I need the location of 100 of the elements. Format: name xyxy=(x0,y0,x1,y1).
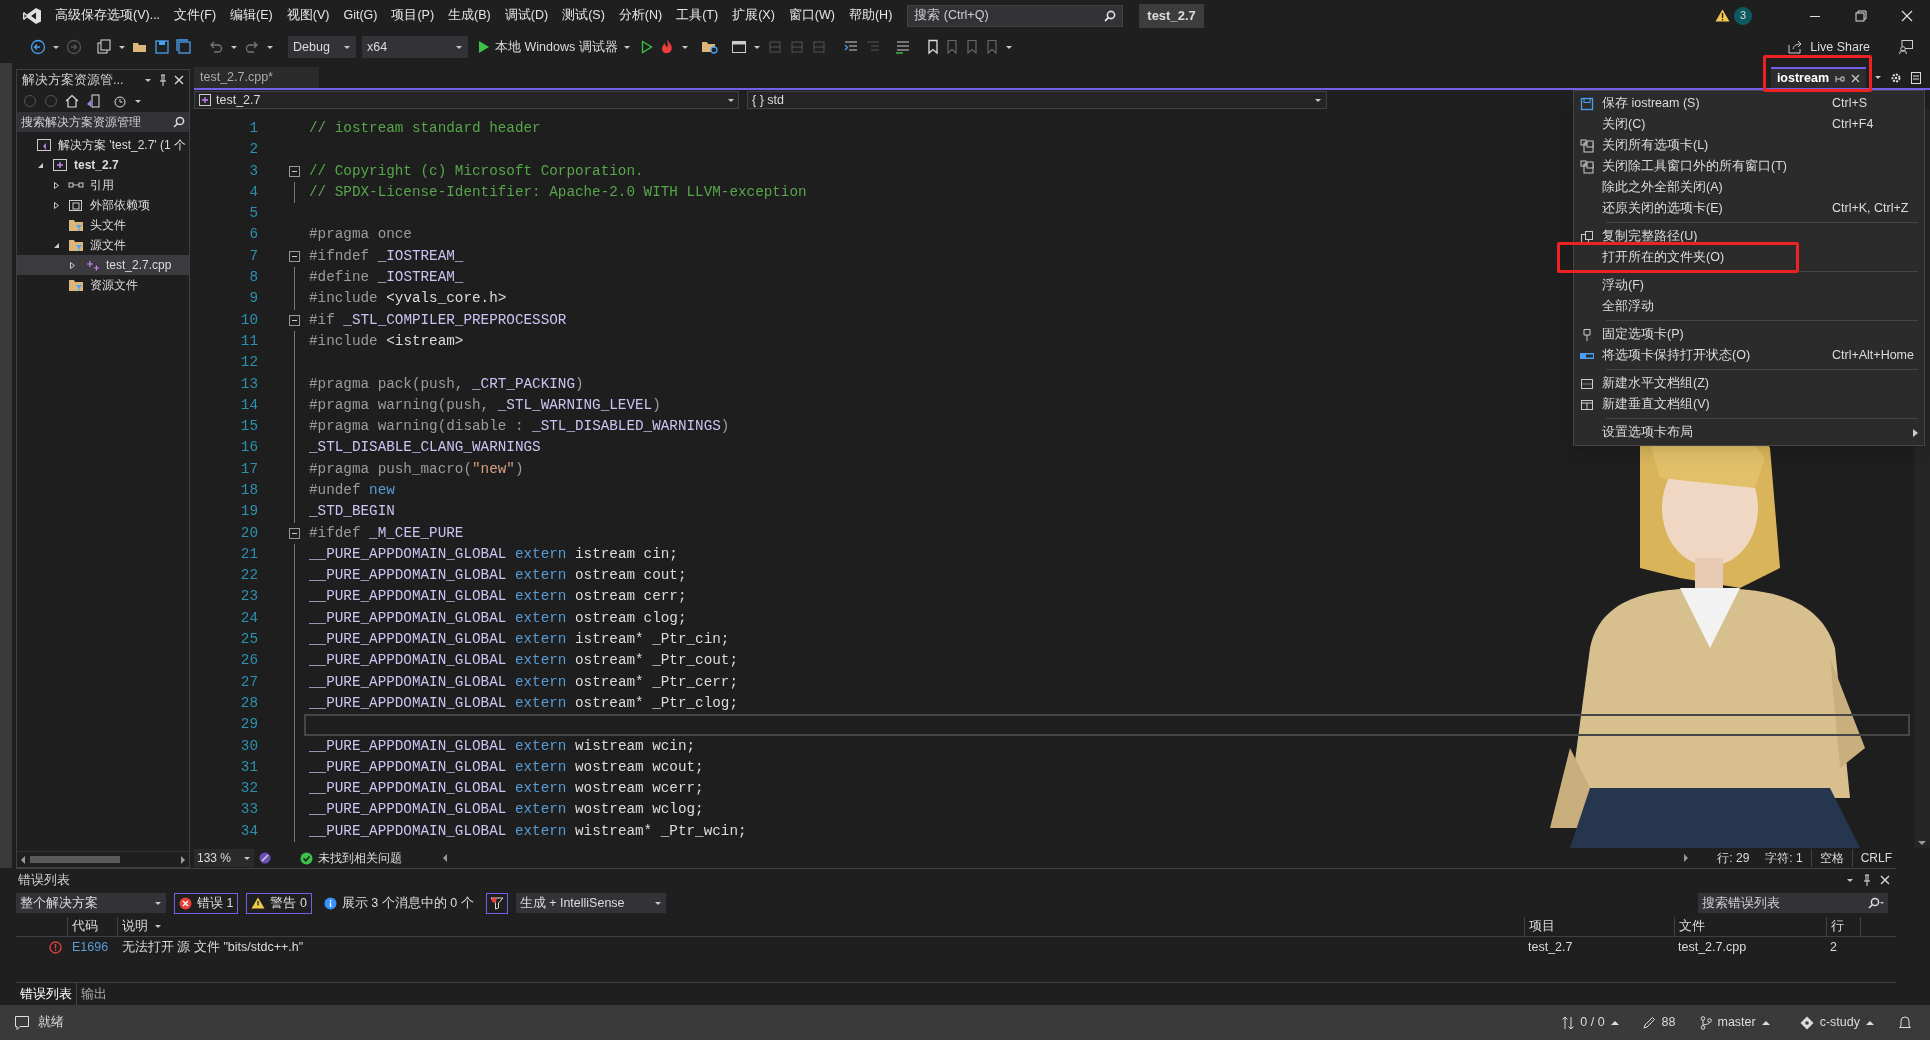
undo-icon[interactable] xyxy=(208,39,224,55)
column-header[interactable]: 项目 xyxy=(1524,917,1674,936)
scope-dropdown[interactable]: 整个解决方案 xyxy=(16,893,166,913)
message-icon[interactable] xyxy=(14,1014,30,1031)
settings-icon[interactable] xyxy=(1890,71,1902,84)
panel-tab[interactable]: 输出 xyxy=(77,983,111,1005)
warning-icon[interactable] xyxy=(1715,9,1730,22)
save-icon[interactable] xyxy=(154,39,170,55)
caret-icon[interactable] xyxy=(1846,877,1854,883)
column-header[interactable]: 行 xyxy=(1826,917,1860,936)
indent-indicator[interactable]: 空格 xyxy=(1810,849,1852,867)
caret-icon[interactable] xyxy=(154,900,162,906)
menu-item[interactable]: 关闭所有选项卡(L) xyxy=(1574,135,1924,156)
errors-filter-button[interactable]: 错误 1 xyxy=(174,892,239,914)
tree-item[interactable]: 头文件 xyxy=(17,215,189,235)
pin-icon[interactable] xyxy=(1835,74,1845,83)
warnings-filter-button[interactable]: 警告 0 xyxy=(246,892,312,914)
collapse-icon[interactable] xyxy=(289,250,300,262)
close-icon[interactable] xyxy=(1851,74,1860,83)
menu-item[interactable]: 打开所在的文件夹(O) xyxy=(1574,247,1924,268)
search-field[interactable]: 搜索解决方案资源管理 xyxy=(17,112,189,132)
menu-item[interactable]: 项目(P) xyxy=(384,6,442,25)
notifications-icon[interactable] xyxy=(1898,1015,1912,1030)
menu-item[interactable]: 还原关闭的选项卡(E) Ctrl+K, Ctrl+Z xyxy=(1574,198,1924,219)
search-field[interactable]: 搜索 (Ctrl+Q) xyxy=(907,4,1124,27)
tree-item[interactable]: test_2.7 xyxy=(17,155,189,175)
filter-button[interactable] xyxy=(485,892,508,914)
run-button[interactable]: 本地 Windows 调试器 xyxy=(474,36,635,58)
caret-icon[interactable] xyxy=(52,44,60,50)
platform-dropdown[interactable]: x64 xyxy=(362,36,468,58)
menu-item[interactable]: 高级保存选项(V)... xyxy=(48,6,168,25)
menu-item[interactable]: 调试(D) xyxy=(497,6,556,25)
messages-filter-button[interactable]: 展示 3 个消息中的 0 个 xyxy=(319,892,478,914)
menu-item[interactable]: 文件(F) xyxy=(167,6,224,25)
pin-icon[interactable] xyxy=(1862,874,1872,886)
table-cell[interactable]: E1696 xyxy=(68,937,118,957)
caret-icon[interactable] xyxy=(1314,97,1322,103)
menu-item[interactable]: 除此之外全部关闭(A) xyxy=(1574,177,1924,198)
solution-view-icon[interactable] xyxy=(86,94,100,108)
menu-item[interactable]: 视图(V) xyxy=(279,6,337,25)
previous-bookmark-icon[interactable] xyxy=(944,39,959,55)
folder-search-icon[interactable] xyxy=(700,39,719,55)
menu-item[interactable]: 窗口(W) xyxy=(781,6,842,25)
tree-item[interactable]: 解决方案 'test_2.7' (1 个 xyxy=(17,135,189,155)
caret-icon[interactable] xyxy=(243,855,251,861)
search-icon[interactable] xyxy=(1104,9,1117,22)
caret-icon[interactable] xyxy=(230,44,238,50)
collapse-icon[interactable] xyxy=(289,527,300,539)
collapse-icon[interactable] xyxy=(289,165,300,177)
search-field[interactable]: 搜索错误列表 xyxy=(1698,893,1888,913)
menu-item[interactable]: 新建垂直文档组(V) xyxy=(1574,394,1924,415)
menu-item[interactable]: 测试(S) xyxy=(555,6,612,25)
collapse-icon[interactable] xyxy=(289,314,300,326)
caret-icon[interactable] xyxy=(144,77,152,83)
column-header[interactable]: 文件 xyxy=(1674,917,1826,936)
changes-status[interactable]: 88 xyxy=(1642,1013,1676,1032)
play-outline-icon[interactable] xyxy=(640,40,653,54)
column-header[interactable]: 说明 xyxy=(118,917,1524,936)
menu-item[interactable]: 帮助(H) xyxy=(841,6,900,25)
history-icon[interactable] xyxy=(113,94,127,108)
comment-lines-icon[interactable] xyxy=(894,39,911,55)
tree-item[interactable]: 引用 xyxy=(17,175,189,195)
document-tab[interactable]: iostream xyxy=(1770,67,1866,88)
menu-item[interactable]: 将选项卡保持打开状态(O) Ctrl+Alt+Home xyxy=(1574,345,1924,366)
menu-item[interactable]: 全部浮动 xyxy=(1574,296,1924,317)
zoom-dropdown[interactable]: 133 % xyxy=(194,849,254,867)
expand-arrow-icon[interactable] xyxy=(52,200,61,210)
tree-item[interactable]: test_2.7.cpp xyxy=(17,255,189,275)
menu-item[interactable]: 生成(B) xyxy=(441,6,498,25)
preview-icon[interactable] xyxy=(1910,70,1922,85)
scroll-left-icon[interactable] xyxy=(442,854,448,862)
menu-item[interactable]: 保存 iostream (S) Ctrl+S xyxy=(1574,93,1924,114)
live-share-button[interactable]: Live Share xyxy=(1788,37,1870,57)
back-icon[interactable] xyxy=(30,39,46,55)
menu-item[interactable]: 编辑(E) xyxy=(223,6,280,25)
notification-badge[interactable]: 3 xyxy=(1734,6,1752,25)
caret-icon[interactable] xyxy=(752,44,761,50)
caret-icon[interactable] xyxy=(455,44,463,50)
project-dropdown[interactable]: test_2.7 xyxy=(194,91,739,109)
caret-icon[interactable] xyxy=(118,44,126,50)
caret-icon[interactable] xyxy=(266,44,274,50)
source-dropdown[interactable]: 生成 + IntelliSense xyxy=(515,893,666,913)
configuration-dropdown[interactable]: Debug xyxy=(288,36,356,58)
pin-icon[interactable] xyxy=(158,74,168,86)
scroll-right-icon[interactable] xyxy=(180,855,186,864)
redo-icon[interactable] xyxy=(244,39,260,55)
close-icon[interactable] xyxy=(1880,875,1890,885)
tree-item[interactable]: 源文件 xyxy=(17,235,189,255)
expand-arrow-icon[interactable] xyxy=(68,260,77,270)
menu-item[interactable]: Git(G) xyxy=(336,6,385,25)
clear-bookmark-icon[interactable] xyxy=(984,39,999,55)
scroll-left-icon[interactable] xyxy=(20,855,26,864)
caret-icon[interactable] xyxy=(727,97,735,103)
branch-status[interactable]: master xyxy=(1699,1013,1770,1032)
next-bookmark-icon[interactable] xyxy=(964,39,979,55)
scope-dropdown[interactable]: { } std xyxy=(747,91,1327,109)
caret-icon[interactable] xyxy=(343,44,351,50)
menu-item[interactable]: 固定选项卡(P) xyxy=(1574,324,1924,345)
line-ending-indicator[interactable]: CRLF xyxy=(1851,849,1900,867)
menu-item[interactable]: 关闭除工具窗口外的所有窗口(T) xyxy=(1574,156,1924,177)
